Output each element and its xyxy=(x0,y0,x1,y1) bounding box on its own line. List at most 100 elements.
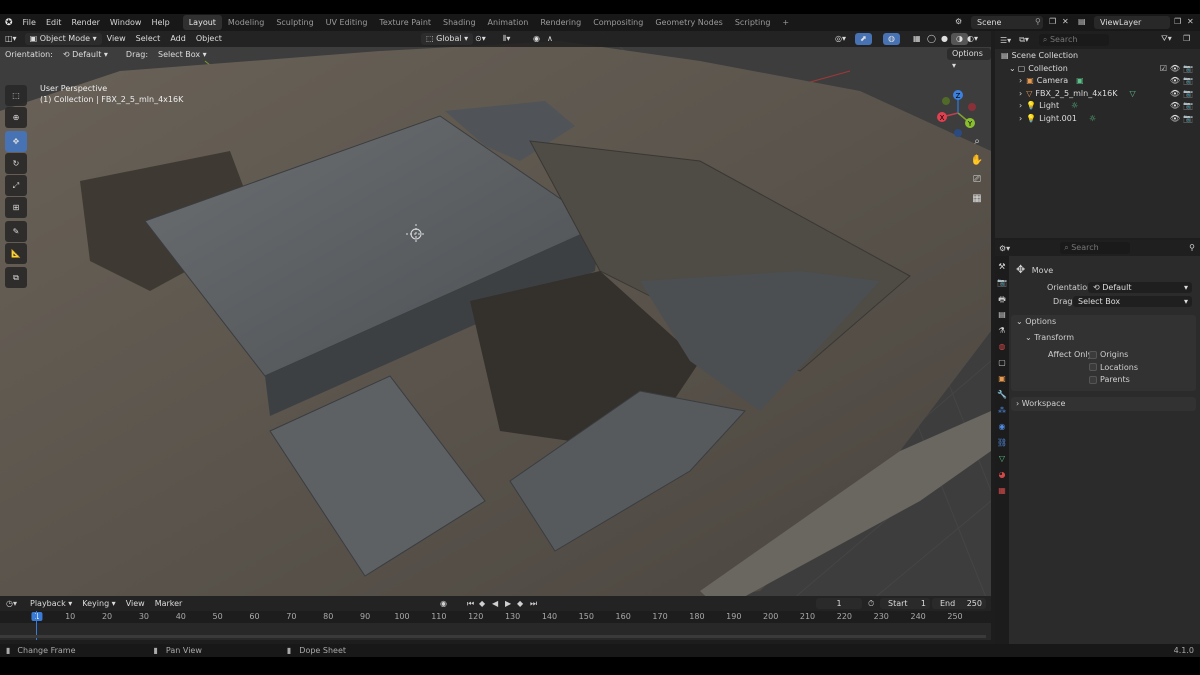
rendered-shading-icon[interactable]: ◐▾ xyxy=(962,33,983,45)
output-tab-icon[interactable]: 🖶 xyxy=(998,294,1006,310)
gizmo-neg-y-axis[interactable] xyxy=(942,97,950,105)
expand-arrow-icon[interactable]: › xyxy=(1019,75,1022,88)
viewport-scene[interactable] xyxy=(0,31,991,610)
3d-viewport[interactable]: ◫▾ ▣ Object Mode ▾ View Select Add Objec… xyxy=(0,31,991,610)
prev-keyframe-icon[interactable]: ◆ xyxy=(479,599,485,608)
new-view-layer-icon[interactable]: ❐ xyxy=(1174,17,1181,26)
end-frame-field[interactable]: End 250 xyxy=(932,598,986,609)
view-layer-icon[interactable]: ▤ xyxy=(1078,17,1086,26)
camera-visibility-icon[interactable]: 👁 xyxy=(1170,75,1180,88)
outliner-collection[interactable]: ⌄ ▢ Collection ☑ 👁 📷 xyxy=(995,63,1200,76)
particles-tab-icon[interactable]: ⁂ xyxy=(998,406,1006,422)
frame-ruler[interactable]: 1 10 20 30 40 50 60 70 80 90 100 110 120 130 140 150 160… xyxy=(0,612,991,622)
rotate-tool-icon[interactable]: ↻ xyxy=(5,153,27,174)
tab-compositing[interactable]: Compositing xyxy=(587,15,649,30)
jump-start-icon[interactable]: ⏮ xyxy=(467,599,474,609)
timeline-editor-icon[interactable]: ◷▾ xyxy=(6,599,17,608)
physics-tab-icon[interactable]: ◉ xyxy=(999,422,1006,438)
menu-help[interactable]: Help xyxy=(146,18,174,27)
modifier-tab-icon[interactable]: 🔧 xyxy=(997,390,1007,406)
camera-render-icon[interactable]: 📷 xyxy=(1183,75,1193,88)
falloff-icon[interactable]: ∧ xyxy=(542,33,558,45)
next-keyframe-icon[interactable]: ◆ xyxy=(517,599,523,608)
gizmo-neg-z-axis[interactable] xyxy=(954,129,962,137)
scene-tab-icon[interactable]: ⚗ xyxy=(998,326,1005,342)
timeline-track-area[interactable] xyxy=(0,611,991,640)
menu-file[interactable]: File xyxy=(18,18,41,27)
keying-menu[interactable]: Keying ▾ xyxy=(77,598,120,610)
render-tab-icon[interactable]: 📷 xyxy=(997,278,1007,294)
light-visibility-icon[interactable]: 👁 xyxy=(1170,100,1180,113)
new-collection-icon[interactable]: ❐ xyxy=(1183,34,1190,43)
camera-view-icon[interactable]: ⎚ xyxy=(968,174,986,193)
zoom-icon[interactable]: ⌕ xyxy=(968,136,986,155)
expand-arrow-icon[interactable]: › xyxy=(1019,113,1022,126)
outliner-item-camera[interactable]: › ▣ Camera ▣ 👁 📷 xyxy=(995,75,1200,88)
annotate-tool-icon[interactable]: ✎ xyxy=(5,221,27,242)
outliner-item-mesh[interactable]: › ▽ FBX_2_5_mln_4x16K ▽ 👁 📷 xyxy=(995,88,1200,101)
mesh-visibility-icon[interactable]: 👁 xyxy=(1170,88,1180,101)
select-box-tool-icon[interactable]: ⬚ xyxy=(5,85,27,106)
scale-tool-icon[interactable]: ⤢ xyxy=(5,175,27,196)
pin-icon[interactable]: ⚲ xyxy=(1189,243,1195,252)
parents-checkbox[interactable]: Parents xyxy=(1089,374,1130,387)
snap-icon[interactable]: ⫴▾ xyxy=(498,33,515,45)
stopwatch-icon[interactable]: ⏱ xyxy=(868,599,874,609)
play-icon[interactable]: ▶ xyxy=(505,599,511,608)
collection-expand-icon[interactable]: ⌄ xyxy=(1009,63,1016,76)
view-menu[interactable]: View xyxy=(102,33,131,45)
scene-icon[interactable]: ⚙ xyxy=(955,17,962,26)
delete-scene-icon[interactable]: ✕ xyxy=(1062,17,1069,26)
orientation-prop-dropdown[interactable]: ⟲ Default ▾ xyxy=(1088,282,1192,293)
properties-search-field[interactable]: ⌕ Search xyxy=(1060,242,1131,254)
tab-texture-paint[interactable]: Texture Paint xyxy=(373,15,437,30)
locations-checkbox[interactable]: Locations xyxy=(1089,362,1138,375)
pin-icon[interactable]: ⚲ xyxy=(1035,17,1041,26)
light-001-render-icon[interactable]: 📷 xyxy=(1183,113,1193,126)
menu-render[interactable]: Render xyxy=(66,18,104,27)
transform-tool-icon[interactable]: ⊞ xyxy=(5,197,27,218)
collection-checkbox[interactable]: ☑ xyxy=(1160,63,1167,76)
transform-subpanel-header[interactable]: ⌄ Transform xyxy=(1011,331,1196,345)
workspace-panel[interactable]: › Workspace xyxy=(1011,396,1196,411)
select-menu[interactable]: Select xyxy=(131,33,166,45)
tab-rendering[interactable]: Rendering xyxy=(534,15,587,30)
pan-hand-icon[interactable]: ✋ xyxy=(968,155,986,174)
outliner-scene-collection[interactable]: ▤ Scene Collection xyxy=(995,50,1200,63)
visibility-icon[interactable]: ◎▾ xyxy=(830,33,851,45)
outliner-editor-icon[interactable]: ☰▾ xyxy=(1000,36,1011,45)
blender-logo-icon[interactable]: ✪ xyxy=(0,18,18,28)
object-mode-selector[interactable]: ▣ Object Mode ▾ xyxy=(24,33,102,45)
record-icon[interactable]: ◉ xyxy=(440,599,447,608)
view-layer-tab-icon[interactable]: ▤ xyxy=(998,310,1006,326)
outliner-search-field[interactable]: ⌕ Search xyxy=(1038,34,1109,46)
transform-orientation-selector[interactable]: ⬚ Global ▾ xyxy=(421,33,474,45)
add-menu[interactable]: Add xyxy=(165,33,191,45)
orientation-dropdown[interactable]: ⟲ Default ▾ xyxy=(58,49,113,61)
light-001-visibility-icon[interactable]: 👁 xyxy=(1170,113,1180,126)
move-tool-icon[interactable]: ✥ xyxy=(5,131,27,152)
current-frame-field[interactable]: 1 xyxy=(816,598,862,609)
light-render-icon[interactable]: 📷 xyxy=(1183,100,1193,113)
expand-arrow-icon[interactable]: › xyxy=(1019,88,1022,101)
collection-visibility-icon[interactable]: 👁 xyxy=(1170,63,1180,76)
delete-view-layer-icon[interactable]: ✕ xyxy=(1187,17,1194,26)
tab-sculpting[interactable]: Sculpting xyxy=(270,15,319,30)
outliner-item-light[interactable]: › 💡 Light ☼ 👁 📷 xyxy=(995,100,1200,113)
playback-menu[interactable]: Playback ▾ xyxy=(25,598,77,610)
display-mode-icon[interactable]: ⧉▾ xyxy=(1019,35,1029,45)
tab-animation[interactable]: Animation xyxy=(482,15,535,30)
editor-type-icon[interactable]: ◫▾ xyxy=(0,33,22,45)
options-panel-header[interactable]: ⌄ Options xyxy=(1011,315,1196,329)
view-menu[interactable]: View xyxy=(121,598,150,610)
gizmo-neg-x-axis[interactable] xyxy=(968,103,976,111)
drag-prop-dropdown[interactable]: Select Box ▾ xyxy=(1073,296,1192,307)
measure-tool-icon[interactable]: 📐 xyxy=(5,243,27,264)
properties-editor-icon[interactable]: ⚙▾ xyxy=(999,244,1010,253)
drag-dropdown[interactable]: Select Box ▾ xyxy=(153,49,212,61)
overlay-toggle-icon[interactable]: ◍ xyxy=(883,33,900,45)
start-frame-field[interactable]: Start 1 xyxy=(880,598,930,609)
expand-arrow-icon[interactable]: › xyxy=(1019,100,1022,113)
add-workspace-icon[interactable]: + xyxy=(776,15,795,30)
data-tab-icon[interactable]: ▽ xyxy=(999,454,1005,470)
